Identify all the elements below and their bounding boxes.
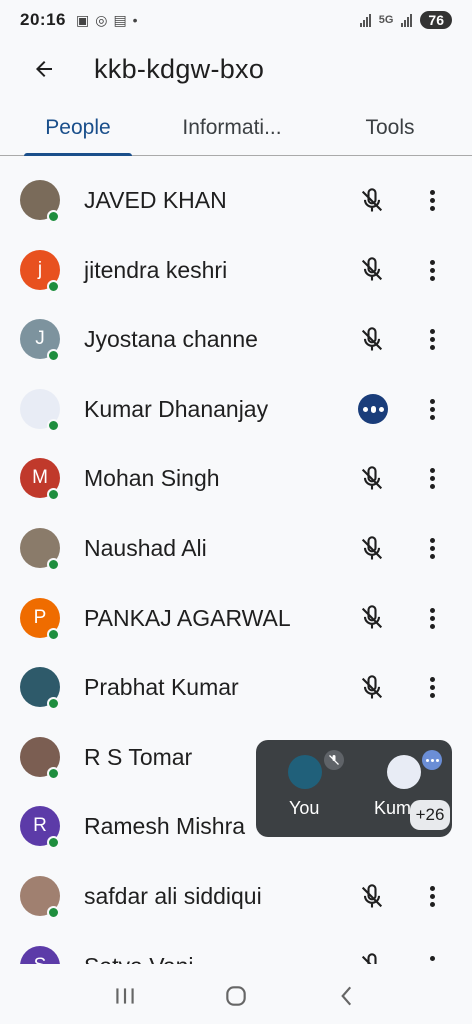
- battery-level: 76: [420, 11, 452, 29]
- presence-dot: [47, 697, 60, 711]
- notification-icons: ▣ ◎ ▤ •: [76, 12, 138, 29]
- mic-off-icon: [361, 883, 383, 907]
- participant-name: Jyostana channe: [84, 326, 258, 353]
- speaking-indicator-icon: [358, 394, 388, 425]
- presence-dot: [47, 210, 60, 223]
- tab-bar: People Informati... Tools: [0, 100, 472, 156]
- participant-name: Mohan Singh: [84, 465, 220, 492]
- network-type: 5G: [378, 14, 394, 26]
- mic-off-icon: [361, 674, 383, 699]
- tab-tools[interactable]: Tools: [308, 100, 472, 155]
- participant-name: PANKAJ AGARWAL: [84, 604, 291, 631]
- speaker-speaking-icon: [422, 750, 442, 770]
- participant-row[interactable]: S Satya Vani: [0, 932, 472, 964]
- participant-row[interactable]: JAVED KHAN: [0, 166, 472, 235]
- back-arrow-icon[interactable]: [32, 57, 56, 81]
- more-options-icon[interactable]: [422, 674, 442, 702]
- more-options-icon[interactable]: [422, 395, 442, 423]
- tab-people[interactable]: People: [0, 100, 156, 156]
- participant-name: R S Tomar: [84, 743, 193, 770]
- presence-dot: [47, 349, 60, 363]
- status-bar: 20:16 ▣ ◎ ▤ • 5G 76: [0, 0, 472, 40]
- more-options-icon[interactable]: [422, 535, 442, 563]
- presence-dot: [47, 418, 60, 432]
- presence-dot: [47, 279, 60, 293]
- screenshot-icon: ▣: [75, 11, 90, 28]
- self-muted-icon: [324, 750, 344, 770]
- status-time: 20:16: [20, 10, 66, 29]
- participant-row[interactable]: J Jyostana channe: [0, 305, 472, 374]
- speaker-label: Kum: [374, 798, 412, 818]
- recent-apps-icon[interactable]: [112, 983, 138, 1009]
- more-options-icon[interactable]: [422, 326, 442, 354]
- app-bar: kkb-kdgw-bxo: [0, 44, 472, 94]
- more-options-icon[interactable]: [422, 952, 442, 964]
- participant-row[interactable]: safdar ali siddiqui: [0, 862, 472, 931]
- pip-tile[interactable]: You Kum +26: [256, 740, 452, 837]
- presence-dot: [47, 627, 60, 641]
- mic-off-icon: [361, 466, 383, 490]
- presence-dot: [47, 766, 60, 780]
- back-nav-icon[interactable]: [334, 983, 360, 1009]
- home-icon[interactable]: [223, 983, 249, 1009]
- presence-dot: [47, 906, 60, 919]
- participant-row[interactable]: M Mohan Singh: [0, 444, 472, 513]
- participant-row[interactable]: Kumar Dhananjay: [0, 375, 472, 444]
- participant-name: Naushad Ali: [84, 535, 207, 561]
- participant-row[interactable]: j jitendra keshri: [0, 236, 472, 305]
- mic-off-icon: [361, 605, 383, 629]
- participant-name: Prabhat Kumar: [84, 674, 239, 701]
- participant-name: Satya Vani: [84, 953, 194, 964]
- self-label: You: [289, 798, 320, 818]
- more-participants-badge[interactable]: +26: [410, 800, 450, 830]
- whatsapp-icon: ◎: [95, 11, 108, 28]
- signal-icon-2: [401, 13, 413, 27]
- participant-name: jitendra keshri: [84, 256, 228, 283]
- more-options-icon[interactable]: [422, 187, 442, 215]
- signal-icon: [359, 13, 371, 27]
- speaker-avatar: [387, 755, 421, 789]
- more-options-icon[interactable]: [422, 256, 442, 284]
- tasks-icon: ▤: [113, 11, 127, 28]
- more-options-icon[interactable]: [422, 465, 442, 493]
- participant-row[interactable]: Naushad Ali: [0, 514, 472, 583]
- presence-dot: [47, 836, 60, 850]
- tab-information[interactable]: Informati...: [156, 100, 308, 155]
- meeting-code-title: kkb-kdgw-bxo: [94, 53, 265, 84]
- more-options-icon[interactable]: [422, 883, 442, 911]
- participant-name: JAVED KHAN: [84, 187, 227, 213]
- mic-off-icon: [361, 326, 383, 351]
- mic-off-icon: [361, 257, 383, 281]
- participant-name: Kumar Dhananjay: [84, 395, 269, 422]
- presence-dot: [47, 558, 60, 571]
- mic-off-icon: [361, 535, 383, 559]
- participant-row[interactable]: Prabhat Kumar: [0, 653, 472, 722]
- system-nav-bar: [0, 968, 472, 1024]
- presence-dot: [47, 488, 60, 502]
- participant-list: JAVED KHAN j jitendra keshri J Jyostana chan…: [0, 166, 472, 964]
- participant-name: Ramesh Mishra: [84, 813, 246, 840]
- participant-name: safdar ali siddiqui: [84, 883, 262, 909]
- mic-off-icon: [361, 187, 383, 211]
- mic-off-icon: [361, 953, 377, 964]
- more-options-icon[interactable]: [422, 604, 442, 632]
- system-icons: 5G 76: [359, 11, 452, 29]
- more-notifications-icon: •: [132, 12, 138, 28]
- self-avatar: [288, 755, 322, 789]
- participant-row[interactable]: P PANKAJ AGARWAL: [0, 584, 472, 653]
- avatar: S: [20, 945, 60, 964]
